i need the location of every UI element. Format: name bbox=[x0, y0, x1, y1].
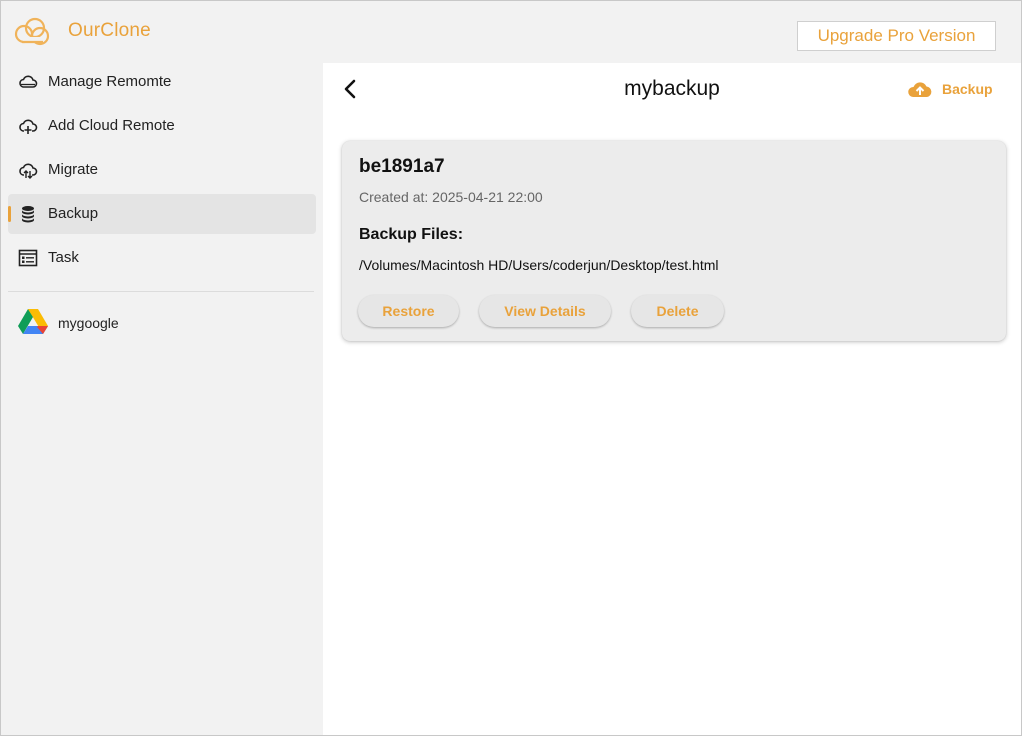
cloud-upload-icon bbox=[908, 82, 932, 97]
sidebar: Manage Remomte Add Cloud Remote Migrate bbox=[1, 62, 323, 735]
sidebar-item-manage-remote[interactable]: Manage Remomte bbox=[8, 62, 316, 102]
sidebar-divider bbox=[8, 291, 314, 292]
logo-icon bbox=[14, 17, 50, 46]
sidebar-item-label: Manage Remomte bbox=[48, 73, 172, 90]
app-header: OurClone Upgrade Pro Version bbox=[1, 1, 1021, 63]
sidebar-item-label: Task bbox=[48, 249, 79, 266]
cloud-icon bbox=[19, 75, 38, 88]
sidebar-item-label: Backup bbox=[48, 205, 99, 222]
backup-created-at: Created at: 2025-04-21 22:00 bbox=[359, 189, 543, 205]
active-indicator bbox=[8, 206, 11, 222]
backup-card: be1891a7 Created at: 2025-04-21 22:00 Ba… bbox=[342, 141, 1006, 341]
backup-action-label: Backup bbox=[942, 81, 993, 97]
sidebar-item-add-cloud-remote[interactable]: Add Cloud Remote bbox=[8, 106, 316, 146]
sidebar-item-task[interactable]: Task bbox=[8, 238, 316, 278]
restore-button[interactable]: Restore bbox=[358, 295, 459, 327]
app-window: OurClone Upgrade Pro Version Manage Remo… bbox=[0, 0, 1022, 736]
upgrade-pro-button[interactable]: Upgrade Pro Version bbox=[797, 21, 996, 51]
google-drive-icon bbox=[18, 309, 48, 334]
view-details-button[interactable]: View Details bbox=[479, 295, 611, 327]
main-panel: mybackup Backup be1891a7 Created at: 202… bbox=[323, 63, 1021, 735]
backup-id: be1891a7 bbox=[359, 156, 445, 177]
backup-file-path: /Volumes/Macintosh HD/Users/coderjun/Des… bbox=[359, 257, 719, 273]
sidebar-item-backup[interactable]: Backup bbox=[8, 194, 316, 234]
backup-action-button[interactable]: Backup bbox=[907, 77, 993, 101]
cloud-add-icon bbox=[19, 119, 38, 134]
sidebar-item-migrate[interactable]: Migrate bbox=[8, 150, 316, 190]
remote-item-mygoogle[interactable]: mygoogle bbox=[8, 301, 316, 343]
sidebar-item-label: Migrate bbox=[48, 161, 99, 178]
delete-button[interactable]: Delete bbox=[631, 295, 724, 327]
app-name: OurClone bbox=[68, 20, 151, 41]
sidebar-item-label: Add Cloud Remote bbox=[48, 117, 175, 134]
database-icon bbox=[22, 206, 34, 223]
task-list-icon bbox=[18, 249, 38, 267]
cloud-sync-icon bbox=[19, 163, 38, 179]
backup-files-heading: Backup Files: bbox=[359, 226, 464, 243]
remote-item-label: mygoogle bbox=[58, 315, 119, 331]
